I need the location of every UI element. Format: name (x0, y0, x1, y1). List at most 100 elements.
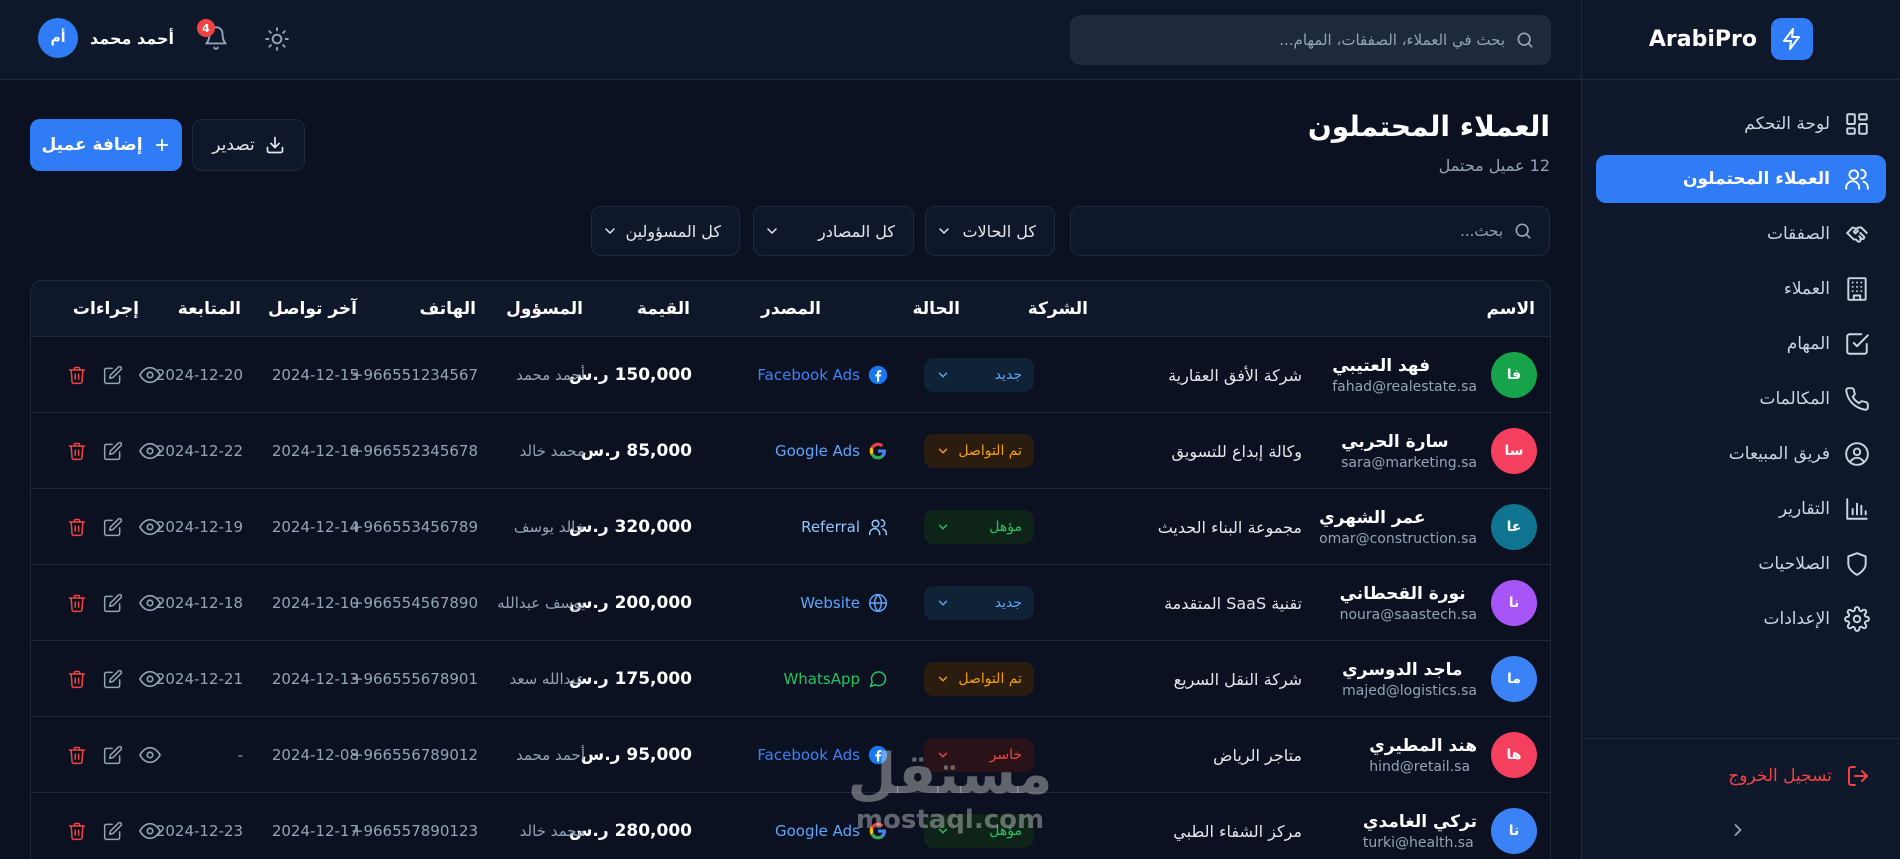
table-row[interactable]: تا تركي الغامدي turki@health.sa مركز الش… (31, 793, 1550, 859)
lead-email: turki@health.sa (1362, 834, 1474, 851)
table-row[interactable]: عا عمر الشهري omar@construction.sa مجموع… (31, 489, 1550, 565)
phone-cell[interactable]: +966551234567 (338, 337, 478, 413)
sidebar-item-building[interactable]: العملاء (1596, 265, 1886, 313)
lead-name[interactable]: نورة القحطاني (1340, 584, 1466, 604)
edit-icon[interactable] (103, 593, 123, 613)
edit-icon[interactable] (103, 821, 123, 841)
trash-icon[interactable] (67, 821, 87, 841)
col-value[interactable]: القيمة (637, 281, 690, 337)
phone-cell[interactable]: +966552345678 (338, 413, 478, 489)
source-tag: Google Ads (775, 441, 888, 461)
phone-cell[interactable]: +966557890123 (338, 793, 478, 859)
phone-cell[interactable]: +966553456789 (338, 489, 478, 565)
col-status[interactable]: الحالة (912, 281, 960, 337)
table-row[interactable]: فا فهد العتيبي fahad@realestate.sa شركة … (31, 337, 1550, 413)
lead-identity: سارة الحربي sara@marketing.sa (1341, 432, 1477, 471)
status-badge[interactable]: مؤهل (924, 814, 1034, 848)
sidebar-item-phone[interactable]: المكالمات (1596, 375, 1886, 423)
chevron-right-icon[interactable] (1728, 820, 1748, 840)
sidebar-item-checkbox[interactable]: المهام (1596, 320, 1886, 368)
export-button[interactable]: تصدير (192, 119, 305, 171)
table-row[interactable]: نا نورة القحطاني noura@saastech.sa تقنية… (31, 565, 1550, 641)
col-followup[interactable]: المتابعة (178, 281, 241, 337)
trash-icon[interactable] (67, 593, 87, 613)
trash-icon[interactable] (67, 745, 87, 765)
table-row[interactable]: سا سارة الحربي sara@marketing.sa وكالة إ… (31, 413, 1550, 489)
source-label: Google Ads (775, 822, 860, 840)
edit-icon[interactable] (103, 517, 123, 537)
leads-search[interactable] (1070, 206, 1550, 256)
company-cell: متاجر الرياض (1213, 745, 1302, 765)
source-tag: WhatsApp (783, 669, 888, 689)
eye-icon[interactable] (139, 592, 161, 614)
table-header: الاسم الشركة الحالة المصدر القيمة المسؤول الها… (31, 281, 1550, 337)
leads-search-input[interactable] (1083, 222, 1503, 240)
lead-name[interactable]: فهد العتيبي (1332, 356, 1430, 376)
status-badge[interactable]: خاسر (924, 738, 1034, 772)
eye-icon[interactable] (139, 364, 161, 386)
edit-icon[interactable] (103, 365, 123, 385)
eye-icon[interactable] (139, 820, 161, 842)
col-phone[interactable]: الهاتف (420, 281, 476, 337)
status-label: جديد (994, 595, 1022, 611)
eye-icon[interactable] (139, 440, 161, 462)
sun-icon[interactable] (264, 26, 290, 52)
download-icon (265, 135, 285, 155)
owner-cell: محمد خالد (519, 442, 585, 460)
col-owner[interactable]: المسؤول (506, 281, 583, 337)
app-name: ArabiPro (1648, 26, 1757, 52)
global-search-input[interactable] (1085, 31, 1505, 49)
sidebar-item-dashboard-grid[interactable]: لوحة التحكم (1596, 100, 1886, 148)
lead-identity: فهد العتيبي fahad@realestate.sa (1332, 356, 1477, 395)
edit-icon[interactable] (103, 669, 123, 689)
col-actions[interactable]: إجراءات (73, 281, 139, 337)
eye-icon[interactable] (139, 516, 161, 538)
actions-cell (67, 717, 161, 793)
lead-name[interactable]: هند المطيري (1369, 736, 1477, 756)
edit-icon[interactable] (103, 745, 123, 765)
trash-icon[interactable] (67, 365, 87, 385)
whatsapp-icon (868, 669, 888, 689)
user-menu[interactable]: أم أحمد محمد (38, 18, 174, 58)
lead-cell: عا عمر الشهري omar@construction.sa (1319, 489, 1537, 565)
global-search[interactable] (1070, 15, 1551, 65)
status-badge[interactable]: جديد (924, 358, 1034, 392)
brand[interactable]: ArabiPro (1649, 18, 1813, 60)
owner-filter[interactable]: كل المسؤولين (591, 206, 740, 256)
status-badge[interactable]: تم التواصل (924, 434, 1034, 468)
sidebar-item-bar-chart[interactable]: التقارير (1596, 485, 1886, 533)
table-row[interactable]: ما ماجد الدوسري majed@logistics.sa شركة … (31, 641, 1550, 717)
sidebar-item-users[interactable]: العملاء المحتملون (1596, 155, 1886, 203)
eye-icon[interactable] (139, 668, 161, 690)
phone-cell[interactable]: +966554567890 (338, 565, 478, 641)
lead-name[interactable]: عمر الشهري (1319, 508, 1425, 528)
edit-icon[interactable] (103, 441, 123, 461)
trash-icon[interactable] (67, 669, 87, 689)
status-badge[interactable]: مؤهل (924, 510, 1034, 544)
lead-name[interactable]: تركي الغامدي (1363, 812, 1477, 832)
logout-label: تسجيل الخروج (1728, 766, 1832, 786)
col-company[interactable]: الشركة (1028, 281, 1088, 337)
add-lead-button[interactable]: إضافة عميل (30, 119, 182, 171)
col-name[interactable]: الاسم (1486, 281, 1535, 337)
source-filter[interactable]: كل المصادر (753, 206, 914, 256)
table-row[interactable]: ها هند المطيري hind@retail.sa متاجر الري… (31, 717, 1550, 793)
sidebar-item-handshake[interactable]: الصفقات (1596, 210, 1886, 258)
sidebar-item-user-circle[interactable]: فريق المبيعات (1596, 430, 1886, 478)
status-filter[interactable]: كل الحالات (925, 206, 1055, 256)
phone-cell[interactable]: +966556789012 (338, 717, 478, 793)
logout-button[interactable]: تسجيل الخروج (1728, 764, 1870, 788)
notifications-button[interactable]: 4 (197, 19, 229, 51)
status-badge[interactable]: جديد (924, 586, 1034, 620)
sidebar-item-shield[interactable]: الصلاحيات (1596, 540, 1886, 588)
eye-icon[interactable] (139, 744, 161, 766)
col-source[interactable]: المصدر (761, 281, 821, 337)
lead-name[interactable]: سارة الحربي (1341, 432, 1448, 452)
phone-cell[interactable]: +966555678901 (338, 641, 478, 717)
col-last-contact[interactable]: آخر تواصل (268, 281, 357, 337)
status-badge[interactable]: تم التواصل (924, 662, 1034, 696)
lead-name[interactable]: ماجد الدوسري (1342, 660, 1462, 680)
trash-icon[interactable] (67, 441, 87, 461)
sidebar-item-gear[interactable]: الإعدادات (1596, 595, 1886, 643)
trash-icon[interactable] (67, 517, 87, 537)
